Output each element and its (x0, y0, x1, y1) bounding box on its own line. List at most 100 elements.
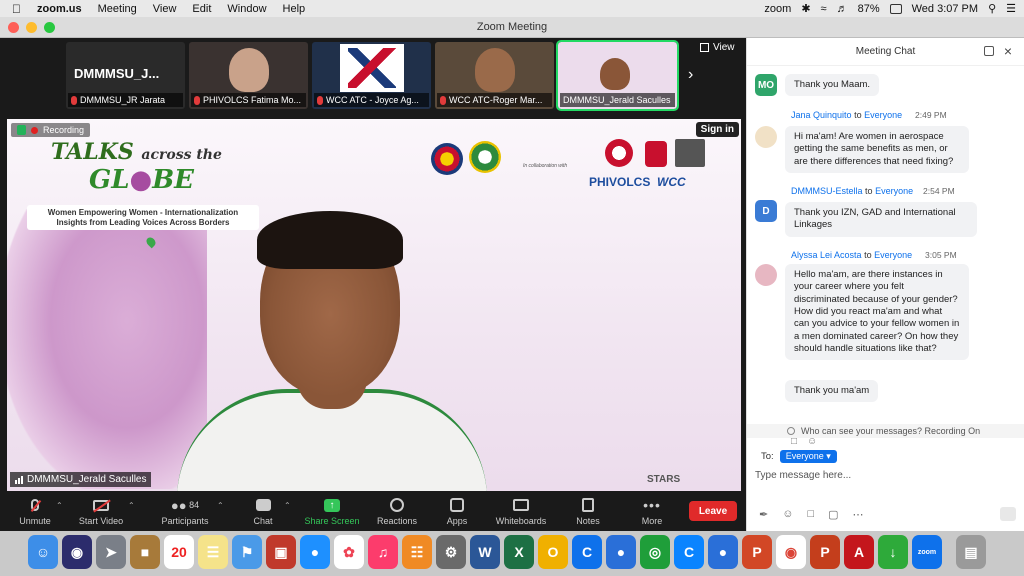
university-seal (469, 141, 501, 173)
apps-label: Apps (446, 516, 468, 526)
battery-icon[interactable] (889, 3, 902, 14)
send-button[interactable] (1000, 507, 1016, 521)
chrome-icon[interactable]: ◉ (776, 535, 806, 569)
downloads-icon[interactable]: ↓ (878, 535, 908, 569)
format-icon[interactable]: ✒ (759, 508, 768, 521)
participant-thumb[interactable]: WCC ATC - Joyce Ag... (312, 42, 431, 109)
menu-window[interactable]: Window (227, 3, 266, 15)
menu-meeting[interactable]: Meeting (98, 3, 137, 15)
audio-options-caret[interactable]: ⌃ (56, 501, 63, 510)
participant-thumb[interactable]: WCC ATC-Roger Mar... (435, 42, 554, 109)
emoji-icon[interactable]: ☺ (782, 508, 793, 521)
skype-icon[interactable]: C (572, 535, 602, 569)
philippines-seal (431, 143, 463, 175)
word-icon[interactable]: W (470, 535, 500, 569)
wcc-logo: WCC (657, 175, 686, 189)
event-title-talks: TALKS (51, 139, 134, 165)
participant-thumb-active[interactable]: DMMMSU_Jerald Saculles (556, 40, 679, 111)
whiteboards-button[interactable]: Whiteboards (486, 496, 556, 526)
stars-logo: STARS (647, 474, 681, 485)
music-icon[interactable]: ♫ (368, 535, 398, 569)
next-thumbnails-icon[interactable]: › (688, 66, 693, 84)
powerpoint-doc-icon[interactable]: P (810, 535, 840, 569)
wcc-logo-video (340, 44, 404, 92)
video-off-icon (93, 499, 109, 511)
avatar: D (755, 200, 777, 222)
powerpoint-icon[interactable]: P (742, 535, 772, 569)
participant-video (229, 48, 269, 92)
books-icon[interactable]: ☷ (402, 535, 432, 569)
maps-icon[interactable]: ⚑ (232, 535, 262, 569)
siri-icon[interactable]: ◉ (62, 535, 92, 569)
menu-app-name[interactable]: zoom.us (37, 3, 82, 15)
chat-options-caret[interactable]: ⌃ (284, 501, 291, 510)
chat-icon (255, 499, 271, 511)
trash-icon[interactable]: ▤ (956, 535, 986, 569)
close-icon[interactable]: × (1004, 43, 1012, 59)
teams-icon[interactable]: ● (606, 535, 636, 569)
notes-app-icon[interactable]: ☰ (198, 535, 228, 569)
participant-thumb[interactable]: PHIVOLCS Fatima Mo... (189, 42, 308, 109)
view-button[interactable]: View (700, 42, 735, 53)
share-screen-button[interactable]: ↑ Share Screen (297, 496, 367, 526)
photos-icon[interactable]: ✿ (334, 535, 364, 569)
muted-mic-icon (440, 95, 446, 105)
start-video-button[interactable]: Start Video (66, 496, 136, 526)
apple-menu-icon[interactable]:  (12, 2, 21, 16)
photo-booth-icon[interactable]: ▣ (266, 535, 296, 569)
notes-button[interactable]: Notes (553, 496, 623, 526)
message-text: Thank you Maam. (785, 74, 880, 97)
screenshot-icon[interactable]: ▢ (828, 508, 838, 521)
recipient-row: To: Everyone ▾ (761, 450, 837, 463)
participant-thumb[interactable]: DMMMSU_J... DMMMSU_JR Jarata (66, 42, 185, 109)
recipient-dropdown[interactable]: Everyone ▾ (779, 450, 837, 463)
more-options-icon[interactable]: ⋯ (853, 508, 864, 521)
menu-view[interactable]: View (153, 3, 177, 15)
popout-icon[interactable] (984, 46, 994, 56)
excel-icon[interactable]: X (504, 535, 534, 569)
browser-globe-icon[interactable]: ◎ (640, 535, 670, 569)
system-preferences-icon[interactable]: ⚙ (436, 535, 466, 569)
participants-button[interactable]: ●● 84 Participants (150, 496, 220, 527)
contacts-icon[interactable]: ■ (130, 535, 160, 569)
acrobat-icon[interactable]: A (844, 535, 874, 569)
recording-indicator[interactable]: Recording (11, 123, 91, 137)
menu-clock[interactable]: Wed 3:07 PM (912, 3, 978, 15)
participants-count: 84 (189, 500, 200, 510)
window-title: Zoom Meeting (476, 21, 548, 33)
spotlight-icon[interactable]: ⚲ (988, 2, 996, 15)
muted-mic-icon (194, 95, 200, 105)
wifi-icon[interactable]: ≈ (821, 3, 827, 15)
zoom-status-item[interactable]: zoom (764, 3, 791, 15)
messages-icon[interactable]: ● (300, 535, 330, 569)
leave-button[interactable]: Leave (689, 501, 737, 521)
muted-microphone-icon (31, 499, 39, 511)
sign-in-button[interactable]: Sign in (695, 122, 739, 137)
recording-notice[interactable]: Who can see your messages? Recording On (747, 424, 1024, 438)
app-people-icon[interactable]: ● (708, 535, 738, 569)
calendar-icon[interactable]: 20 (164, 535, 194, 569)
meeting-toolbar: Unmute ⌃ Start Video ⌃ ●● 84 Participants… (0, 493, 746, 531)
shield-icon (17, 125, 26, 135)
menu-help[interactable]: Help (283, 3, 306, 15)
notes-label: Notes (576, 516, 600, 526)
more-button[interactable]: ••• More (617, 496, 687, 526)
file-icon[interactable]: □ (807, 508, 814, 521)
control-center-icon[interactable]: ☰ (1006, 2, 1016, 15)
participants-options-caret[interactable]: ⌃ (217, 501, 224, 510)
eye-icon (787, 427, 795, 435)
outlook-icon[interactable]: O (538, 535, 568, 569)
apps-button[interactable]: Apps (422, 496, 492, 526)
muted-mic-icon (317, 95, 323, 105)
message-input[interactable]: Type message here... (755, 470, 851, 481)
bluetooth-icon[interactable]: ✱ (801, 2, 810, 15)
video-options-caret[interactable]: ⌃ (128, 501, 135, 510)
launchpad-icon[interactable]: ➤ (96, 535, 126, 569)
menu-edit[interactable]: Edit (192, 3, 211, 15)
zoom-app-icon[interactable]: zoom (912, 535, 942, 569)
volume-icon[interactable]: ♬ (837, 3, 848, 15)
message-sender: Alyssa Lei Acosta to Everyone (791, 250, 913, 260)
finder-icon[interactable]: ☺ (28, 535, 58, 569)
app-c-icon[interactable]: C (674, 535, 704, 569)
collab-text: In collaboration with (523, 163, 568, 169)
